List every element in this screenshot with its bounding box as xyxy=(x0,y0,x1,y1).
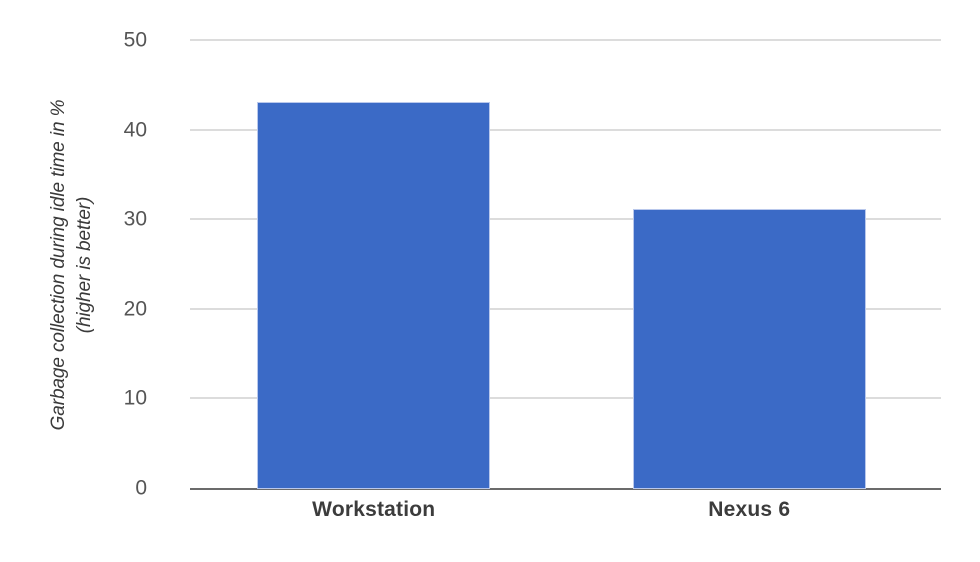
bar-chart: Garbage collection during idle time in %… xyxy=(0,0,980,562)
x-axis-category-label: Workstation xyxy=(312,498,436,521)
x-axis-category-label: Nexus 6 xyxy=(708,498,791,521)
y-axis-title-line-1: Garbage collection during idle time in % xyxy=(47,99,69,431)
y-axis-title: Garbage collection during idle time in %… xyxy=(24,30,120,500)
y-axis-tick-label: 30 xyxy=(123,207,147,231)
y-axis-tick-label: 50 xyxy=(123,28,147,52)
y-axis-tick-label: 10 xyxy=(123,386,147,410)
x-axis-category-labels: Workstation Nexus 6 xyxy=(190,498,941,532)
bar[interactable] xyxy=(258,102,490,488)
plot-area: 50 40 30 20 10 0 xyxy=(124,30,941,499)
y-axis-tick-label: 20 xyxy=(123,297,147,321)
y-axis-tick-label: 40 xyxy=(123,118,147,142)
bar[interactable] xyxy=(633,210,865,488)
x-axis-line xyxy=(190,488,941,490)
y-axis-tick-label: 0 xyxy=(135,476,147,500)
bars-layer xyxy=(190,40,941,488)
